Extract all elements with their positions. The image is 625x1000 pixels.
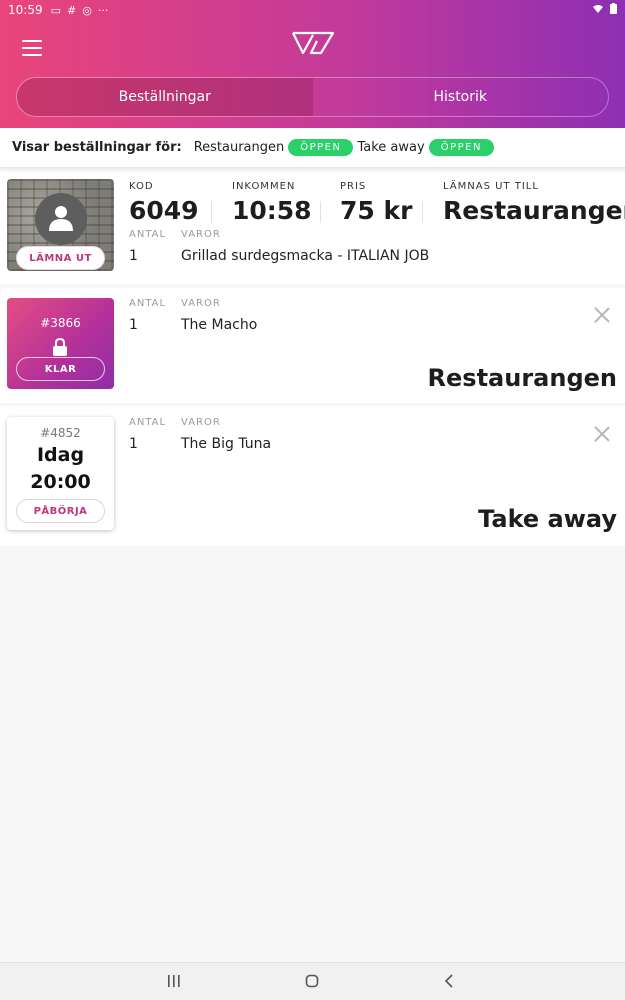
- divider: [422, 201, 423, 223]
- more-icon: ···: [97, 3, 109, 17]
- price-label: PRIS: [340, 181, 367, 192]
- battery-icon: [610, 3, 617, 17]
- tab-historik[interactable]: Historik: [313, 78, 609, 116]
- divider: [211, 201, 212, 223]
- status-time: 10:59: [8, 3, 43, 17]
- item-name: The Macho: [181, 317, 258, 333]
- order-price: 75 kr: [340, 196, 413, 225]
- order-status-tile: #3866 KLAR: [7, 298, 114, 389]
- home-icon[interactable]: [305, 973, 319, 992]
- scheduled-day: Idag: [36, 444, 85, 466]
- deliver-to-location: Restaurangen: [443, 196, 625, 225]
- scheduled-order-tile: #4852 Idag 20:00 PÅBÖRJA: [7, 417, 114, 530]
- status-badge-take-away[interactable]: ÖPPEN: [428, 139, 494, 156]
- close-icon[interactable]: [594, 307, 610, 323]
- order-destination: Restaurangen: [427, 364, 617, 392]
- received-label: INKOMMEN: [232, 181, 296, 192]
- item-quantity: 1: [129, 248, 138, 264]
- items-header: VAROR: [181, 229, 221, 240]
- item-quantity: 1: [129, 436, 138, 452]
- recent-apps-icon[interactable]: [167, 973, 181, 992]
- wifi-icon: [592, 3, 604, 17]
- ready-button[interactable]: KLAR: [16, 357, 105, 381]
- received-time: 10:58: [232, 196, 312, 225]
- item-name: Grillad surdegsmacka - ITALIAN JOB: [181, 248, 430, 264]
- tab-bestallningar[interactable]: Beställningar: [17, 78, 313, 116]
- tab-bar: Beställningar Historik: [16, 77, 609, 117]
- hamburger-menu-icon[interactable]: [22, 40, 42, 56]
- order-destination: Take away: [478, 505, 617, 533]
- location-name-take-away: Take away: [357, 140, 425, 155]
- divider: [320, 201, 321, 223]
- quantity-header: ANTAL: [129, 298, 167, 309]
- back-icon[interactable]: [444, 973, 454, 992]
- location-name-restaurangen: Restaurangen: [193, 140, 285, 155]
- system-navigation-bar: [0, 962, 625, 1000]
- status-badge-restaurangen[interactable]: ÖPPEN: [288, 139, 354, 156]
- order-number: #4852: [40, 426, 81, 440]
- customer-photo: LÄMNA UT: [7, 179, 114, 271]
- slack-icon: #: [67, 3, 77, 17]
- avatar-icon: [35, 193, 87, 245]
- app-header: 10:59 ▭ # ◎ ··· Beställningar Historik: [0, 0, 625, 128]
- item-name: The Big Tuna: [181, 436, 272, 452]
- quantity-header: ANTAL: [129, 229, 167, 240]
- brand-logo: [291, 30, 335, 56]
- order-number: #3866: [40, 316, 81, 330]
- items-header: VAROR: [181, 298, 221, 309]
- sync-icon: ◎: [82, 3, 92, 17]
- items-header: VAROR: [181, 417, 221, 428]
- status-bar: 10:59 ▭ # ◎ ···: [0, 0, 625, 20]
- location-filter: Visar beställningar för: Restaurangen ÖP…: [0, 128, 625, 168]
- order-card: LÄMNA UT KOD 6049 INKOMMEN 10:58 PRIS 75…: [0, 172, 625, 284]
- code-label: KOD: [129, 181, 154, 192]
- quantity-header: ANTAL: [129, 417, 167, 428]
- order-card: #3866 KLAR ANTAL VAROR 1 The Macho Resta…: [0, 288, 625, 403]
- deliver-to-label: LÄMNAS UT TILL: [443, 181, 539, 192]
- scheduled-time: 20:00: [30, 471, 91, 493]
- item-quantity: 1: [129, 317, 138, 333]
- filter-label: Visar beställningar för:: [12, 140, 182, 155]
- order-code: 6049: [129, 196, 199, 225]
- start-button[interactable]: PÅBÖRJA: [16, 499, 105, 523]
- order-card: #4852 Idag 20:00 PÅBÖRJA ANTAL VAROR 1 T…: [0, 406, 625, 546]
- screen-icon: ▭: [50, 3, 61, 17]
- hand-out-button[interactable]: LÄMNA UT: [16, 246, 105, 270]
- close-icon[interactable]: [594, 426, 610, 442]
